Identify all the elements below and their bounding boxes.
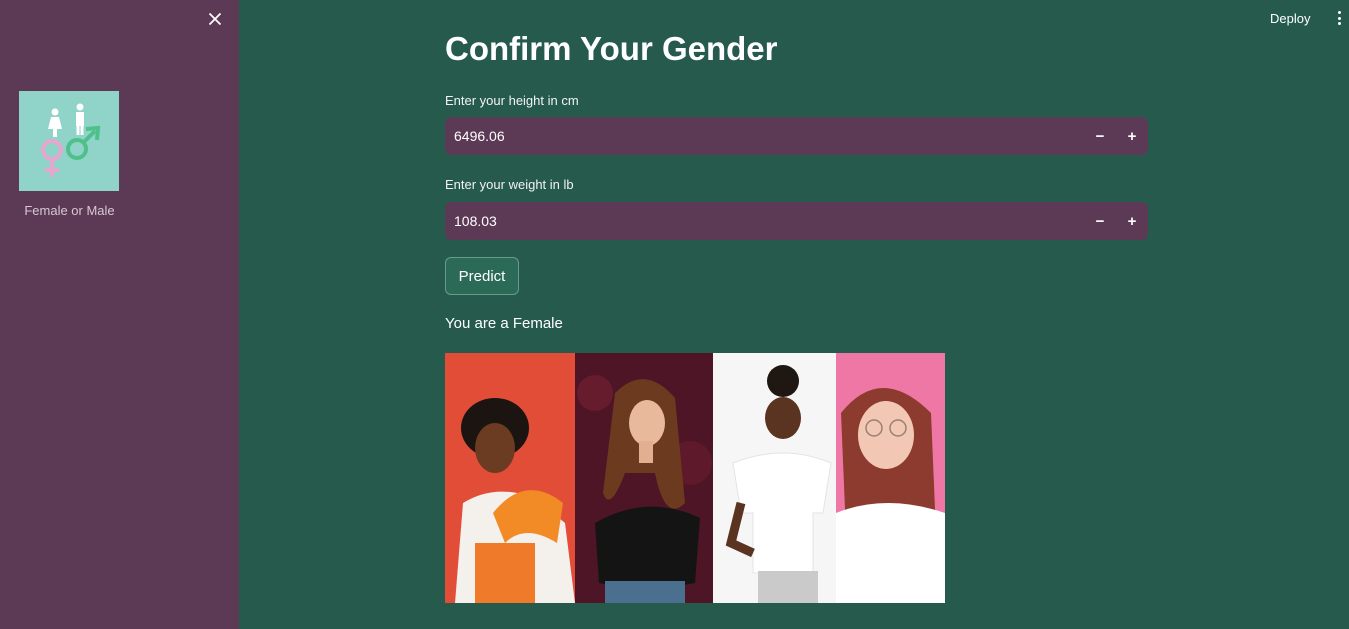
plus-icon: + bbox=[1127, 127, 1137, 145]
plus-icon: + bbox=[1127, 212, 1137, 230]
photo-panel-2 bbox=[575, 353, 713, 603]
close-icon bbox=[208, 12, 222, 26]
height-input[interactable] bbox=[445, 128, 1084, 144]
minus-icon: − bbox=[1095, 127, 1105, 145]
weight-input[interactable] bbox=[445, 213, 1084, 229]
main-menu-button[interactable] bbox=[1332, 9, 1346, 27]
weight-increment-button[interactable]: + bbox=[1116, 202, 1148, 240]
gender-logo-image bbox=[19, 91, 119, 191]
prediction-result: You are a Female bbox=[445, 315, 563, 332]
photo-panel-4 bbox=[836, 353, 945, 603]
kebab-menu-icon bbox=[1337, 11, 1341, 14]
minus-icon: − bbox=[1095, 212, 1105, 230]
gender-symbols-icon bbox=[19, 91, 119, 191]
weight-decrement-button[interactable]: − bbox=[1084, 202, 1116, 240]
weight-label: Enter your weight in lb bbox=[445, 177, 574, 192]
close-sidebar-button[interactable] bbox=[205, 9, 225, 29]
height-label: Enter your height in cm bbox=[445, 93, 579, 108]
photo-panel-1 bbox=[445, 353, 575, 603]
deploy-button[interactable]: Deploy bbox=[1262, 9, 1318, 28]
height-number-input: − + bbox=[445, 117, 1148, 155]
photo-panel-3 bbox=[713, 353, 836, 603]
sidebar: Female or Male bbox=[0, 0, 239, 629]
weight-number-input: − + bbox=[445, 202, 1148, 240]
page-title: Confirm Your Gender bbox=[445, 30, 778, 67]
female-photo-collage bbox=[445, 353, 945, 603]
height-decrement-button[interactable]: − bbox=[1084, 117, 1116, 155]
logo-caption: Female or Male bbox=[24, 203, 115, 218]
predict-button[interactable]: Predict bbox=[445, 257, 519, 295]
height-increment-button[interactable]: + bbox=[1116, 117, 1148, 155]
